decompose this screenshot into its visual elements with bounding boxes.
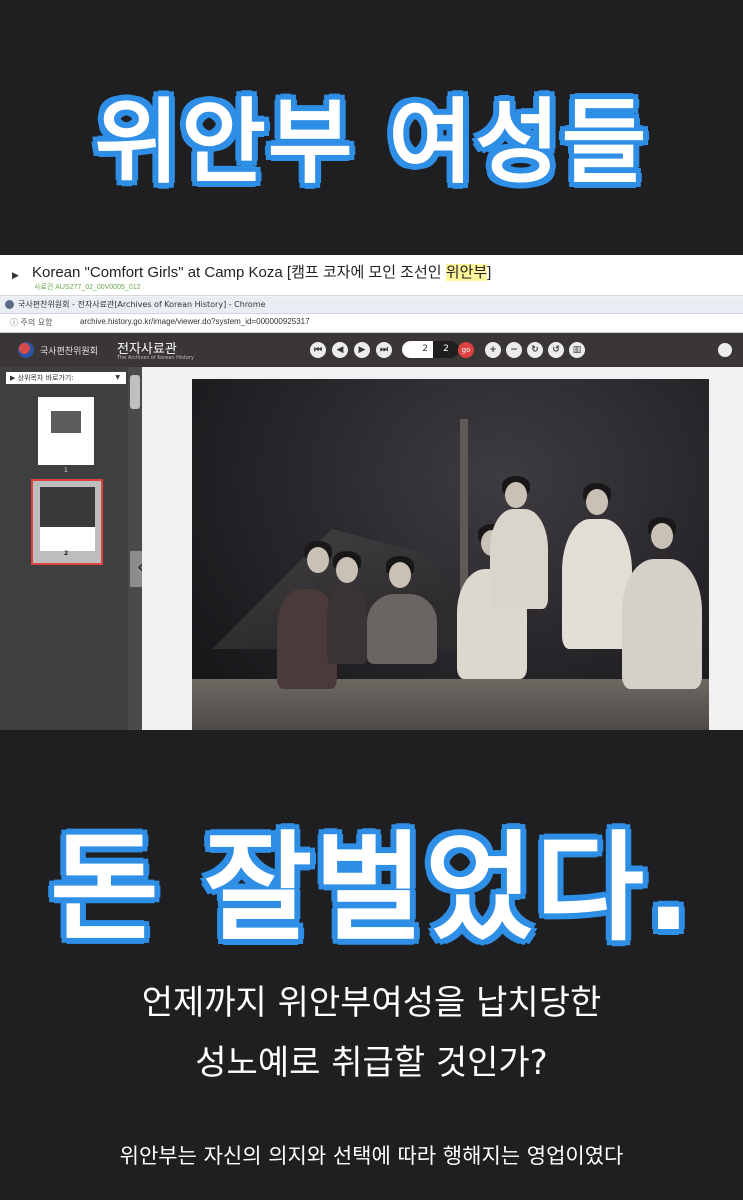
photo-figure: [586, 489, 608, 515]
photo-figure: [307, 547, 329, 573]
chevron-down-icon: ▼: [115, 374, 120, 381]
photo-figure: [651, 523, 673, 549]
thumbnail-number: 1: [64, 467, 68, 474]
page-total: 2: [433, 341, 459, 358]
expand-triangle-icon[interactable]: ▶: [12, 271, 19, 281]
browser-titlebar: 국사편찬위원회 - 전자사료관[Archives of Korean Histo…: [0, 297, 743, 314]
viewer-toolbar: 국사편찬위원회 전자사료관 The Archives of Korean His…: [0, 333, 743, 367]
photo-figure: [327, 584, 367, 664]
address-url[interactable]: archive.history.go.kr/image/viewer.do?sy…: [80, 317, 310, 326]
highlight-keyword: 위안부: [445, 264, 488, 281]
page-thumbnail-1[interactable]: [38, 397, 94, 465]
thumbnail-page: [40, 527, 95, 551]
security-warning[interactable]: ⓘ 주의 요함: [10, 317, 53, 328]
rotate-left-icon[interactable]: ↺: [548, 342, 564, 358]
sidebar-splitter[interactable]: [128, 367, 142, 730]
zoom-out-icon[interactable]: −: [506, 342, 522, 358]
photo-figure: [367, 594, 437, 664]
go-button[interactable]: go: [458, 342, 474, 358]
address-bar[interactable]: ⓘ 주의 요함 archive.history.go.kr/image/view…: [0, 314, 743, 333]
rotate-right-icon[interactable]: ↻: [527, 342, 543, 358]
question-line-2: 성노예로 취급할 것인가?: [195, 1043, 548, 1083]
photo-figure: [389, 562, 411, 588]
headline-mid: 돈 잘벌었다.: [50, 819, 693, 957]
print-icon[interactable]: [718, 343, 732, 357]
splitter-handle[interactable]: [130, 375, 140, 409]
nikh-logo-icon: [18, 342, 34, 358]
first-page-icon[interactable]: ⏮: [310, 342, 326, 358]
favicon-icon: [5, 300, 14, 309]
result-id: 사료건 AUS277_02_00V0005_012: [34, 284, 141, 291]
thumbnail-sidebar: ▶ 상위목차 바로가기: ▼ 1 2: [0, 367, 128, 730]
toc-dropdown[interactable]: ▶ 상위목차 바로가기: ▼: [6, 372, 126, 384]
next-page-icon[interactable]: ▶: [354, 342, 370, 358]
zoom-in-icon[interactable]: +: [485, 342, 501, 358]
bottom-caption: 위안부는 자신의 의지와 선택에 따라 행해지는 영업이였다: [119, 1144, 624, 1168]
archive-screenshot: ▶ Korean "Comfort Girls" at Camp Koza [캠…: [0, 255, 743, 730]
prev-page-icon[interactable]: ◀: [332, 342, 348, 358]
result-title[interactable]: Korean "Comfort Girls" at Camp Koza [캠프 …: [32, 261, 491, 282]
last-page-icon[interactable]: ⏭: [376, 342, 392, 358]
image-canvas[interactable]: [142, 367, 743, 730]
headline-top: 위안부 여성들: [94, 89, 649, 196]
thumbnail-image: [51, 411, 81, 433]
question-line-1: 언제까지 위안부여성을 납치당한: [141, 983, 602, 1023]
window-title: 국사편찬위원회 - 전자사료관[Archives of Korean Histo…: [18, 300, 266, 309]
thumbnail-image: [40, 487, 95, 527]
org-name: 국사편찬위원회: [40, 347, 98, 357]
photo-figure: [336, 557, 358, 583]
fit-page-icon[interactable]: ▥: [569, 342, 585, 358]
photo-figure: [622, 559, 702, 689]
archive-photo[interactable]: [192, 379, 709, 730]
thumbnail-number: 2: [64, 550, 69, 557]
photo-figure: [505, 482, 527, 508]
photo-figure: [490, 509, 548, 609]
brand-subtitle: The Archives of Korean History: [117, 355, 194, 361]
search-result-row[interactable]: ▶ Korean "Comfort Girls" at Camp Koza [캠…: [0, 255, 743, 296]
